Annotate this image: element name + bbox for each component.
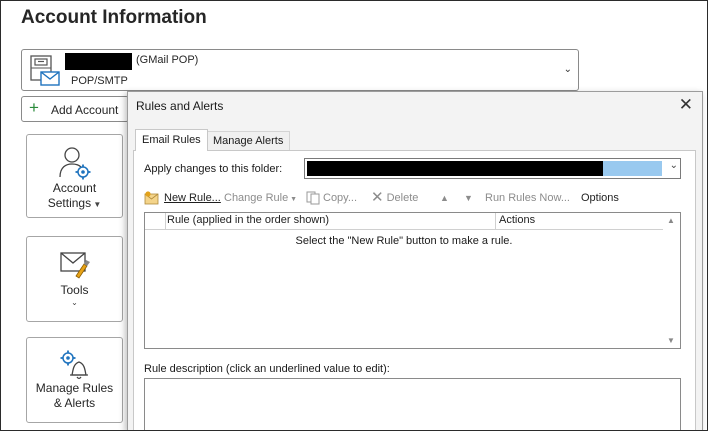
- account-selector[interactable]: (GMail POP) POP/SMTP ⌄: [21, 49, 579, 91]
- folder-dropdown[interactable]: ⌄: [304, 158, 681, 179]
- empty-rules-message: Select the "New Rule" button to make a r…: [295, 235, 513, 247]
- manage-rules-tile[interactable]: Manage Rules & Alerts: [26, 337, 123, 423]
- delete-label: Delete: [386, 192, 419, 204]
- rule-description-box[interactable]: [144, 378, 681, 431]
- copy-icon: [306, 191, 320, 205]
- account-settings-tile[interactable]: Account Settings ▼: [26, 134, 123, 218]
- run-rules-label: Run Rules Now...: [485, 192, 570, 204]
- tab-manage-alerts[interactable]: Manage Alerts: [206, 131, 291, 151]
- options-label: Options: [581, 192, 619, 204]
- account-type-label: (GMail POP): [136, 54, 199, 66]
- new-rule-icon: [144, 191, 159, 205]
- new-rule-button[interactable]: New Rule...: [144, 189, 221, 207]
- actions-column-header[interactable]: Actions: [499, 214, 535, 226]
- copy-label: Copy...: [323, 192, 358, 204]
- scroll-up-icon[interactable]: ▲: [667, 216, 675, 225]
- add-account-label: Add Account: [51, 103, 119, 117]
- delete-icon: ✕: [371, 189, 384, 207]
- delete-button[interactable]: ✕ Delete: [371, 189, 418, 207]
- checkbox-column-header: [145, 213, 166, 230]
- manage-rules-label-2: & Alerts: [53, 396, 96, 410]
- arrow-down-icon: ▼: [464, 193, 473, 203]
- manage-rules-icon: [60, 350, 88, 380]
- new-rule-label: New Rule...: [164, 192, 221, 204]
- rules-list-scrollbar[interactable]: ▲ ▼: [663, 213, 680, 348]
- column-divider: [495, 213, 496, 230]
- scroll-down-icon[interactable]: ▼: [667, 336, 675, 345]
- options-button[interactable]: Options: [581, 189, 619, 207]
- redacted-account-name: [65, 53, 132, 70]
- add-account-button[interactable]: + Add Account: [21, 96, 129, 122]
- tools-tile[interactable]: Tools ⌄: [26, 236, 123, 322]
- account-settings-label-2: Settings: [47, 196, 92, 210]
- rule-column-header[interactable]: Rule (applied in the order shown): [167, 214, 329, 226]
- account-settings-label-line2: Settings ▼: [27, 196, 122, 212]
- apply-folder-label: Apply changes to this folder:: [144, 163, 283, 175]
- move-down-button[interactable]: ▼: [464, 189, 473, 207]
- rules-alerts-dialog: Rules and Alerts ✕ Email Rules Manage Al…: [127, 91, 703, 431]
- tab-email-rules[interactable]: Email Rules: [135, 129, 208, 151]
- account-settings-label: Account: [52, 181, 97, 195]
- dropdown-arrow-icon: ▼: [288, 196, 298, 203]
- close-icon[interactable]: ✕: [679, 96, 693, 114]
- chevron-down-icon: ▼: [91, 200, 102, 209]
- tools-label: Tools: [60, 283, 89, 297]
- chevron-down-icon: ⌄: [563, 64, 572, 75]
- plus-icon: +: [29, 98, 39, 117]
- manage-rules-label: Manage Rules: [35, 381, 114, 395]
- email-rules-panel: Apply changes to this folder: ⌄ New Rule…: [133, 150, 696, 431]
- redacted-folder-name: [307, 161, 603, 176]
- change-rule-button[interactable]: Change Rule ▼: [224, 189, 297, 207]
- arrow-up-icon: ▲: [440, 193, 449, 203]
- rule-description-label: Rule description (click an underlined va…: [144, 363, 390, 375]
- move-up-button[interactable]: ▲: [440, 189, 449, 207]
- run-rules-button[interactable]: Run Rules Now...: [485, 189, 570, 207]
- copy-button[interactable]: Copy...: [306, 189, 357, 207]
- rules-list-header: Rule (applied in the order shown) Action…: [145, 213, 663, 230]
- folder-selection-highlight: [603, 161, 662, 176]
- account-settings-icon: [58, 147, 90, 180]
- chevron-down-icon: ⌄: [669, 160, 678, 171]
- rules-list[interactable]: Rule (applied in the order shown) Action…: [144, 212, 681, 349]
- page-title: Account Information: [21, 7, 207, 28]
- pop-account-icon: [30, 55, 60, 86]
- chevron-down-icon: ⌄: [71, 298, 78, 307]
- change-rule-label: Change Rule: [224, 192, 289, 204]
- account-protocol-label: POP/SMTP: [71, 75, 128, 87]
- dialog-title: Rules and Alerts: [136, 99, 224, 113]
- tools-icon: [59, 252, 90, 279]
